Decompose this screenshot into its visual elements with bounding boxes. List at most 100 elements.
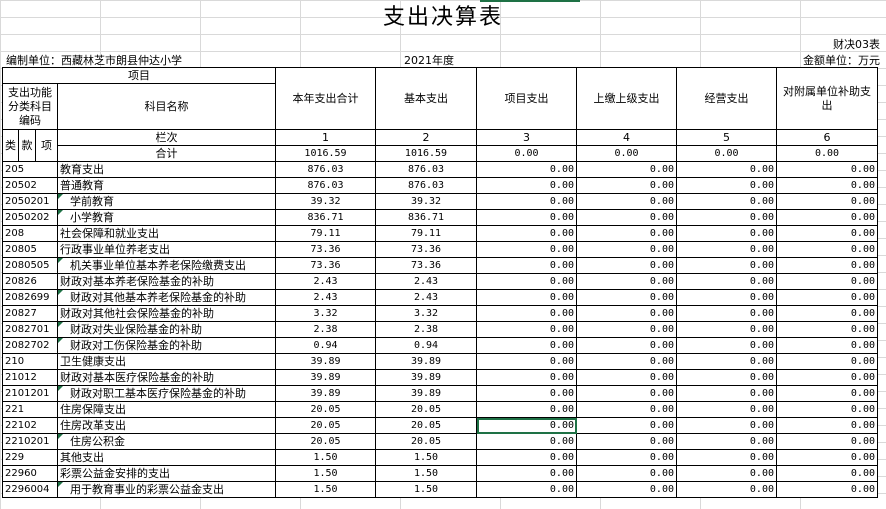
row-value-col-4[interactable]: 0.00 [576, 449, 677, 466]
row-code[interactable]: 20826 [2, 273, 58, 290]
row-value-col-1[interactable]: 3.32 [275, 305, 376, 322]
row-value-col-4[interactable]: 0.00 [576, 417, 677, 434]
row-value-col-5[interactable]: 0.00 [676, 449, 777, 466]
row-subject-name[interactable]: 住房改革支出 [57, 417, 276, 434]
row-value-col-5[interactable]: 0.00 [676, 273, 777, 290]
col-num-6[interactable]: 6 [776, 129, 878, 146]
row-code[interactable]: 205 [2, 161, 58, 178]
row-subject-name[interactable]: 财政对基本养老保险基金的补助 [57, 273, 276, 290]
row-value-col-6[interactable]: 0.00 [776, 193, 878, 210]
header-kuan[interactable]: 款 [18, 129, 36, 162]
total-cell[interactable]: 1016.59 [375, 145, 477, 162]
header-func-class[interactable]: 支出功能分类科目编码 [2, 83, 58, 130]
row-value-col-3[interactable]: 0.00 [476, 401, 577, 418]
row-value-col-6[interactable]: 0.00 [776, 305, 878, 322]
row-code[interactable]: 20805 [2, 241, 58, 258]
row-value-col-5[interactable]: 0.00 [676, 209, 777, 226]
row-value-col-3[interactable]: 0.00 [476, 225, 577, 242]
row-value-col-2[interactable]: 876.03 [375, 161, 477, 178]
row-value-col-3[interactable]: 0.00 [476, 353, 577, 370]
row-value-col-2[interactable]: 1.50 [375, 481, 477, 498]
row-value-col-6[interactable]: 0.00 [776, 417, 878, 434]
row-value-col-5[interactable]: 0.00 [676, 433, 777, 450]
row-value-col-3[interactable]: 0.00 [476, 289, 577, 306]
row-subject-name[interactable]: 学前教育 [57, 193, 276, 210]
header-col-1[interactable]: 本年支出合计 [275, 67, 376, 130]
header-col-2[interactable]: 基本支出 [375, 67, 477, 130]
row-value-col-4[interactable]: 0.00 [576, 193, 677, 210]
row-value-col-2[interactable]: 73.36 [375, 257, 477, 274]
row-value-col-3[interactable]: 0.00 [476, 257, 577, 274]
row-subject-name[interactable]: 财政对基本医疗保险基金的补助 [57, 369, 276, 386]
row-code[interactable]: 2082699 [2, 289, 58, 306]
row-value-col-1[interactable]: 73.36 [275, 257, 376, 274]
row-value-col-6[interactable]: 0.00 [776, 209, 878, 226]
row-value-col-4[interactable]: 0.00 [576, 273, 677, 290]
header-col-6[interactable]: 对附属单位补助支出 [776, 67, 878, 130]
row-value-col-5[interactable]: 0.00 [676, 161, 777, 178]
row-value-col-5[interactable]: 0.00 [676, 305, 777, 322]
row-value-col-2[interactable]: 39.89 [375, 369, 477, 386]
row-value-col-1[interactable]: 20.05 [275, 401, 376, 418]
row-value-col-6[interactable]: 0.00 [776, 289, 878, 306]
row-code[interactable]: 210 [2, 353, 58, 370]
row-subject-name[interactable]: 行政事业单位养老支出 [57, 241, 276, 258]
row-subject-name[interactable]: 财政对其他社会保险基金的补助 [57, 305, 276, 322]
row-value-col-4[interactable]: 0.00 [576, 241, 677, 258]
row-value-col-2[interactable]: 79.11 [375, 225, 477, 242]
row-value-col-1[interactable]: 1.50 [275, 481, 376, 498]
row-value-col-2[interactable]: 20.05 [375, 433, 477, 450]
row-subject-name[interactable]: 财政对工伤保险基金的补助 [57, 337, 276, 354]
row-subject-name[interactable]: 其他支出 [57, 449, 276, 466]
row-value-col-4[interactable]: 0.00 [576, 305, 677, 322]
row-subject-name[interactable]: 卫生健康支出 [57, 353, 276, 370]
row-subject-name[interactable]: 社会保障和就业支出 [57, 225, 276, 242]
row-subject-name[interactable]: 住房公积金 [57, 433, 276, 450]
row-value-col-2[interactable]: 20.05 [375, 401, 477, 418]
header-col-4[interactable]: 上缴上级支出 [576, 67, 677, 130]
row-subject-name[interactable]: 财政对其他基本养老保险基金的补助 [57, 289, 276, 306]
header-col-3[interactable]: 项目支出 [476, 67, 577, 130]
row-code[interactable]: 2050202 [2, 209, 58, 226]
row-value-col-2[interactable]: 2.38 [375, 321, 477, 338]
row-value-col-6[interactable]: 0.00 [776, 241, 878, 258]
row-value-col-2[interactable]: 1.50 [375, 465, 477, 482]
row-value-col-1[interactable]: 2.43 [275, 273, 376, 290]
row-value-col-4[interactable]: 0.00 [576, 433, 677, 450]
row-code[interactable]: 229 [2, 449, 58, 466]
col-num-5[interactable]: 5 [676, 129, 777, 146]
row-value-col-2[interactable]: 39.32 [375, 193, 477, 210]
total-cell[interactable]: 0.00 [776, 145, 878, 162]
header-xiang[interactable]: 项 [35, 129, 58, 162]
col-num-2[interactable]: 2 [375, 129, 477, 146]
row-code[interactable]: 221 [2, 401, 58, 418]
row-value-col-5[interactable]: 0.00 [676, 193, 777, 210]
row-value-col-3[interactable]: 0.00 [476, 161, 577, 178]
row-value-col-1[interactable]: 20.05 [275, 433, 376, 450]
row-subject-name[interactable]: 普通教育 [57, 177, 276, 194]
row-value-col-1[interactable]: 39.32 [275, 193, 376, 210]
row-value-col-2[interactable]: 3.32 [375, 305, 477, 322]
row-subject-name[interactable]: 小学教育 [57, 209, 276, 226]
row-value-col-5[interactable]: 0.00 [676, 385, 777, 402]
row-value-col-1[interactable]: 20.05 [275, 417, 376, 434]
row-value-col-5[interactable]: 0.00 [676, 337, 777, 354]
row-value-col-5[interactable]: 0.00 [676, 369, 777, 386]
row-value-col-6[interactable]: 0.00 [776, 433, 878, 450]
row-value-col-5[interactable]: 0.00 [676, 353, 777, 370]
row-value-col-3[interactable]: 0.00 [476, 481, 577, 498]
row-value-col-2[interactable]: 876.03 [375, 177, 477, 194]
col-num-4[interactable]: 4 [576, 129, 677, 146]
row-value-col-5[interactable]: 0.00 [676, 417, 777, 434]
row-value-col-1[interactable]: 1.50 [275, 449, 376, 466]
row-value-col-5[interactable]: 0.00 [676, 241, 777, 258]
row-value-col-2[interactable]: 2.43 [375, 289, 477, 306]
row-value-col-1[interactable]: 876.03 [275, 177, 376, 194]
total-cell[interactable]: 1016.59 [275, 145, 376, 162]
row-value-col-5[interactable]: 0.00 [676, 465, 777, 482]
row-subject-name[interactable]: 彩票公益金安排的支出 [57, 465, 276, 482]
row-value-col-3[interactable]: 0.00 [476, 417, 577, 434]
row-value-col-1[interactable]: 836.71 [275, 209, 376, 226]
row-value-col-1[interactable]: 39.89 [275, 369, 376, 386]
row-value-col-4[interactable]: 0.00 [576, 209, 677, 226]
